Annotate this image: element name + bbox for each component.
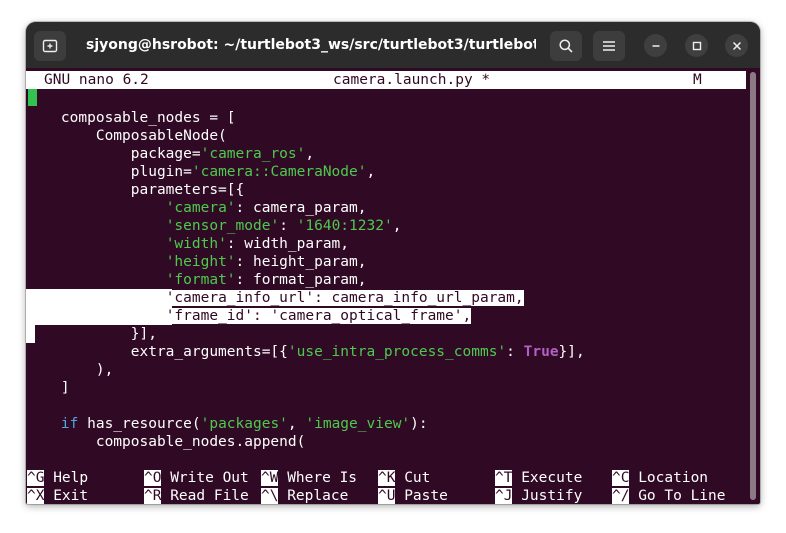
hamburger-menu-icon: [603, 41, 615, 51]
terminal-window: sjyong@hsrobot: ~/turtlebot3_ws/src/turt…: [26, 22, 760, 504]
search-button[interactable]: [550, 31, 582, 61]
code-line: parameters=[{: [26, 182, 245, 198]
code-line-selected: 'frame_id': 'camera_optical_frame',: [26, 307, 472, 325]
code-line: 'width': width_param,: [165, 236, 350, 252]
code-line-selected: 'camera_info_url': camera_info_url_param…: [26, 289, 524, 307]
code-line: ),: [26, 362, 114, 378]
maximize-button[interactable]: [685, 34, 708, 57]
nano-version: GNU nano 6.2: [44, 72, 149, 88]
shortcut-read-file[interactable]: ^R Read File: [144, 487, 249, 504]
new-tab-icon: [42, 39, 58, 53]
shortcut-write-out[interactable]: ^O Write Out: [144, 469, 249, 487]
code-line: ComposableNode(: [26, 128, 227, 144]
code-line: 'format': format_param,: [165, 272, 367, 288]
code-line: ]: [26, 380, 70, 396]
shortcut-location[interactable]: ^C Location: [612, 469, 708, 487]
nano-header-bar: GNU nano 6.2 camera.launch.py * M: [26, 71, 746, 89]
close-icon: [732, 41, 741, 50]
menu-button[interactable]: [593, 31, 625, 61]
nano-modified-flag: M: [693, 72, 702, 88]
code-line: composable_nodes.append(: [26, 434, 306, 450]
shortcut-where-is[interactable]: ^W Where Is: [261, 469, 357, 487]
code-line: package='camera_ros',: [26, 146, 315, 162]
shortcut-exit[interactable]: ^X Exit: [27, 487, 88, 504]
code-line: 'camera': camera_param,: [165, 200, 367, 216]
code-line: plugin='camera::CameraNode',: [26, 164, 376, 180]
shortcut-replace[interactable]: ^\ Replace: [261, 487, 348, 504]
code-line: extra_arguments=[{'use_intra_process_com…: [26, 344, 585, 360]
code-line: }],: [26, 326, 157, 342]
shortcut-justify[interactable]: ^J Justify: [495, 487, 582, 504]
code-line: 'sensor_mode': '1640:1232',: [165, 218, 402, 234]
shortcut-help[interactable]: ^G Help: [27, 469, 88, 487]
minimize-button[interactable]: [644, 34, 667, 57]
shortcut-execute[interactable]: ^T Execute: [495, 469, 582, 487]
minimize-icon: [652, 44, 659, 47]
scrollbar-thumb[interactable]: [750, 72, 756, 500]
close-button[interactable]: [725, 34, 748, 57]
nano-filename: camera.launch.py *: [333, 72, 491, 88]
search-icon: [559, 39, 573, 53]
code-line: composable_nodes = [: [26, 110, 236, 126]
shortcut-go-to-line[interactable]: ^/ Go To Line: [612, 487, 726, 504]
text-cursor: [28, 89, 37, 106]
title-bar: sjyong@hsrobot: ~/turtlebot3_ws/src/turt…: [26, 22, 760, 68]
shortcut-paste[interactable]: ^U Paste: [378, 487, 448, 504]
shortcut-cut[interactable]: ^K Cut: [378, 469, 430, 487]
code-line: 'height': height_param,: [165, 254, 367, 270]
terminal-area[interactable]: GNU nano 6.2 camera.launch.py * M compos…: [26, 68, 748, 504]
maximize-icon: [692, 41, 701, 50]
window-title: sjyong@hsrobot: ~/turtlebot3_ws/src/turt…: [86, 37, 536, 53]
code-line: if has_resource('packages', 'image_view'…: [60, 416, 428, 432]
new-tab-button[interactable]: [34, 31, 66, 61]
vertical-scrollbar[interactable]: [750, 72, 756, 500]
